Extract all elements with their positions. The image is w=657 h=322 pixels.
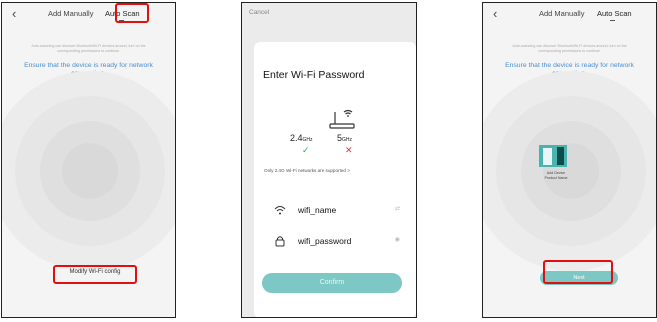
band-2-4ghz: 2.4GHz <box>290 133 313 143</box>
wifi-password-value: wifi_password <box>298 236 352 246</box>
device-icon-bar <box>557 147 564 165</box>
eye-icon[interactable]: ◉ <box>395 236 400 243</box>
tab-indicator <box>610 20 615 21</box>
router-icon <box>329 109 355 129</box>
tab-auto-scan[interactable]: Auto Scan <box>597 9 632 18</box>
cancel-button[interactable]: Cancel <box>249 9 269 16</box>
phone-screen-add-device: ‹ Add Manually Auto Scan Auto-scanning c… <box>482 2 657 318</box>
tab-add-manually[interactable]: Add Manually <box>48 9 93 18</box>
wifi-icon <box>274 206 286 215</box>
top-bar: ‹ Add Manually Auto Scan <box>2 3 175 25</box>
band-2-4-unit: GHz <box>302 137 313 143</box>
hint-line: corresponding permissions to continue. <box>57 49 120 53</box>
lock-icon <box>275 236 285 247</box>
cross-icon: ✕ <box>345 145 353 155</box>
hint-line: corresponding permissions to continue. <box>538 49 601 53</box>
wifi-name-field[interactable]: wifi_name ⇄ <box>268 202 404 220</box>
back-arrow-icon[interactable]: ‹ <box>12 7 16 21</box>
band-2-4-value: 2.4 <box>290 133 303 143</box>
device-icon-panel <box>543 148 552 165</box>
scan-permission-hint: Auto-scanning can discover Bluetooth/Wi-… <box>4 44 173 54</box>
switch-network-icon[interactable]: ⇄ <box>395 205 400 212</box>
device-caption: Add Device Product Name <box>544 171 568 180</box>
check-icon: ✓ <box>302 145 310 155</box>
next-highlight <box>543 260 613 284</box>
wifi-name-value: wifi_name <box>298 205 337 215</box>
device-icon[interactable] <box>539 145 567 167</box>
supported-network-note[interactable]: Only 2.4G Wi-Fi networks are supported > <box>264 168 350 173</box>
wifi-password-field[interactable]: wifi_password ◉ <box>268 233 404 251</box>
band-5-unit: GHz <box>342 137 353 143</box>
phone-screen-auto-scan: ‹ Add Manually Auto Scan Auto-scanning c… <box>1 2 176 318</box>
confirm-button[interactable]: Confirm <box>262 273 402 293</box>
modify-wifi-highlight <box>53 265 137 284</box>
phone-screen-wifi-password: Cancel Enter Wi-Fi Password 2.4GHz 5GHz … <box>241 2 417 318</box>
back-arrow-icon[interactable]: ‹ <box>493 7 497 21</box>
auto-scan-highlight <box>115 3 149 23</box>
scan-permission-hint: Auto-scanning can discover Bluetooth/Wi-… <box>485 44 654 54</box>
top-bar: ‹ Add Manually Auto Scan <box>483 3 656 25</box>
tab-add-manually[interactable]: Add Manually <box>539 9 584 18</box>
page-title: Enter Wi-Fi Password <box>263 69 365 81</box>
scan-ripple <box>62 143 118 199</box>
band-5ghz: 5GHz <box>337 133 352 143</box>
